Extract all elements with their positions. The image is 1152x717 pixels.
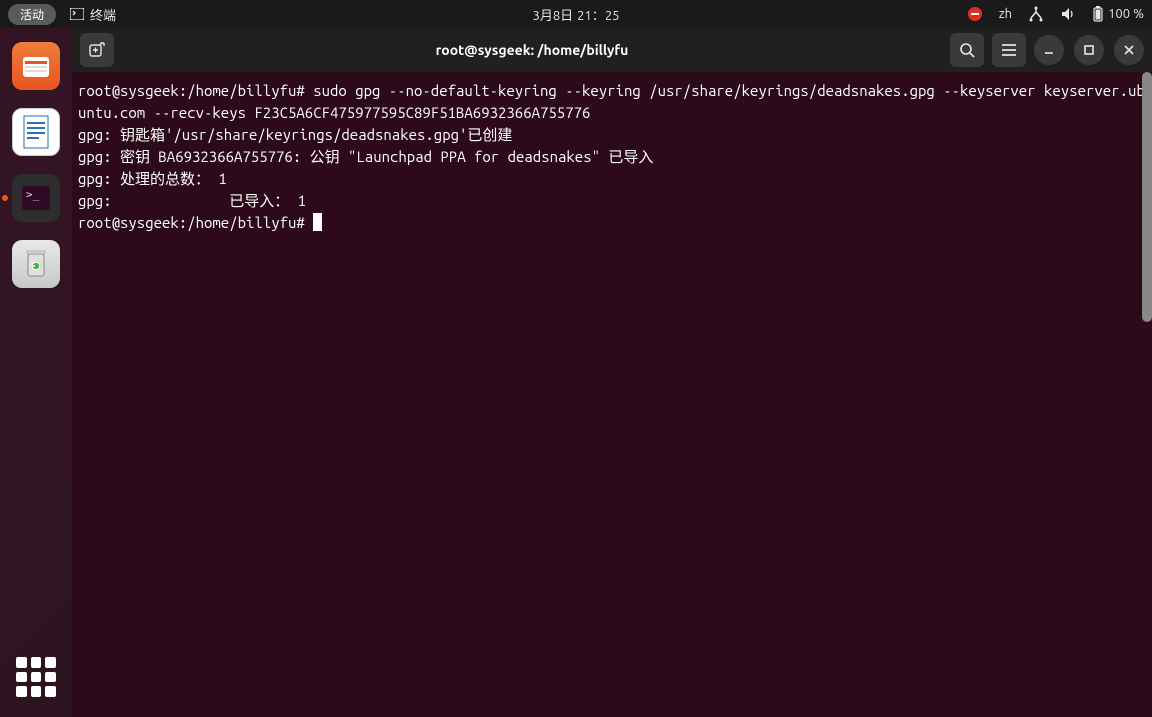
dock-trash-icon[interactable] (12, 240, 60, 288)
terminal-line: gpg: 处理的总数： 1 (78, 170, 227, 187)
terminal-line: gpg: 密钥 BA6932366A755776: 公钥 "Launchpad … (78, 148, 653, 165)
date-label: 3月8日 (533, 5, 574, 24)
activities-button[interactable]: 活动 (8, 4, 56, 25)
battery-label: 100 % (1108, 7, 1144, 21)
search-button[interactable] (950, 33, 984, 67)
app-menu-label: 终端 (90, 5, 116, 24)
new-tab-button[interactable] (80, 33, 114, 67)
top-panel: 活动 终端 3月8日 21：25 zh 100 % (0, 0, 1152, 28)
dock-files-icon[interactable] (12, 42, 60, 90)
terminal-cursor (313, 213, 322, 231)
notification-icon[interactable] (967, 6, 983, 22)
dock-show-apps[interactable] (16, 657, 56, 697)
terminal-line: root@sysgeek:/home/billyfu# sudo gpg --n… (78, 82, 1145, 121)
terminal-prompt: root@sysgeek:/home/billyfu# (78, 214, 313, 231)
terminal-window: root@sysgeek: /home/billyfu root@sysgeek… (72, 28, 1152, 717)
network-icon[interactable] (1028, 6, 1044, 22)
maximize-button[interactable] (1074, 35, 1104, 65)
terminal-indicator-icon (70, 8, 84, 20)
dock-writer-icon[interactable] (12, 108, 60, 156)
window-titlebar[interactable]: root@sysgeek: /home/billyfu (72, 28, 1152, 72)
battery-status[interactable]: 100 % (1092, 6, 1144, 22)
terminal-line: gpg: 钥匙箱'/usr/share/keyrings/deadsnakes.… (78, 126, 512, 143)
terminal-line: gpg: 已导入： 1 (78, 192, 306, 209)
minimize-button[interactable] (1034, 35, 1064, 65)
app-menu[interactable]: 终端 (70, 5, 116, 24)
battery-icon (1092, 6, 1104, 22)
ime-indicator[interactable]: zh (999, 7, 1012, 21)
svg-text:>_: >_ (26, 188, 40, 201)
hamburger-menu-button[interactable] (992, 33, 1026, 67)
terminal-scrollbar[interactable] (1142, 72, 1152, 322)
dock: >_ (0, 28, 72, 717)
close-button[interactable] (1114, 35, 1144, 65)
time-label: 21：25 (577, 5, 619, 24)
volume-icon[interactable] (1060, 6, 1076, 22)
terminal-content[interactable]: root@sysgeek:/home/billyfu# sudo gpg --n… (72, 72, 1152, 717)
window-title: root@sysgeek: /home/billyfu (122, 42, 942, 58)
clock[interactable]: 3月8日 21：25 (533, 5, 620, 24)
dock-terminal-icon[interactable]: >_ (12, 174, 60, 222)
